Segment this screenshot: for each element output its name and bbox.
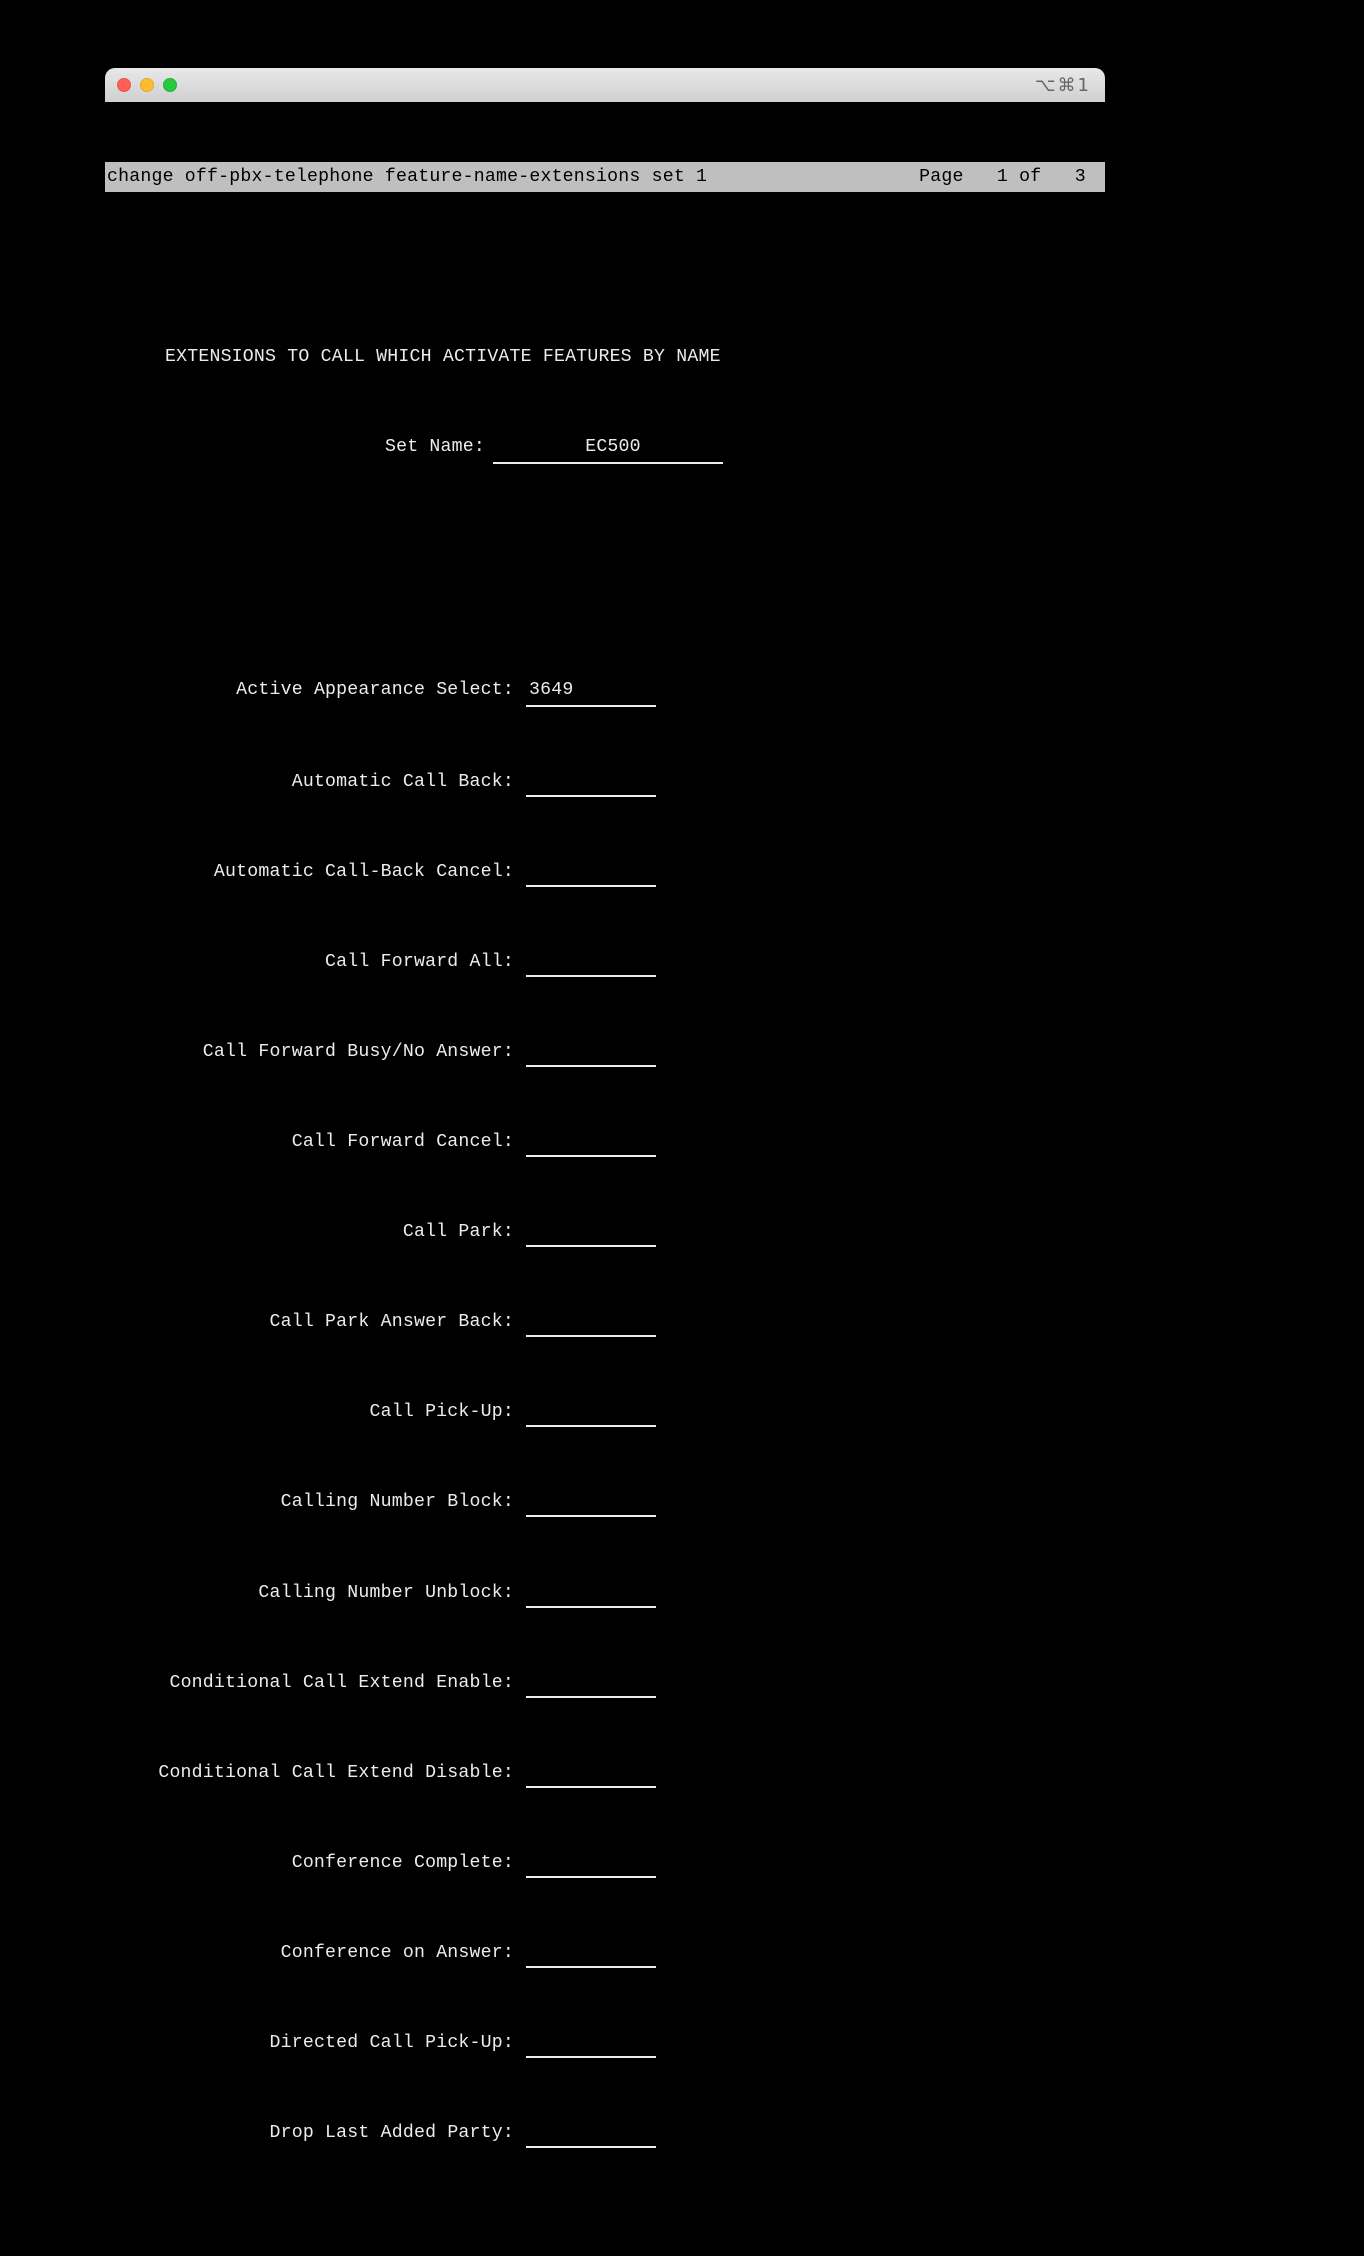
table-row: Drop Last Added Party: bbox=[105, 2118, 1105, 2148]
page-indicator: Page 1 of 3 bbox=[919, 162, 1103, 192]
status-line: change off-pbx-telephone feature-name-ex… bbox=[105, 162, 1105, 192]
field-label: Drop Last Added Party: bbox=[105, 2118, 518, 2148]
field-input[interactable] bbox=[526, 947, 656, 977]
table-row: Conditional Call Extend Enable: bbox=[105, 1668, 1105, 1698]
field-input[interactable] bbox=[526, 1307, 656, 1337]
field-input[interactable] bbox=[526, 1127, 656, 1157]
table-row: Active Appearance Select: 3649 bbox=[105, 675, 1105, 707]
table-row: Call Park: bbox=[105, 1217, 1105, 1247]
field-input[interactable] bbox=[526, 767, 656, 797]
field-label: Conditional Call Extend Disable: bbox=[105, 1758, 518, 1788]
field-label: Call Forward Cancel: bbox=[105, 1127, 518, 1157]
field-input[interactable] bbox=[526, 1037, 656, 1067]
set-name-label: Set Name: bbox=[105, 432, 485, 464]
field-label: Automatic Call Back: bbox=[105, 767, 518, 797]
field-label: Call Park Answer Back: bbox=[105, 1307, 518, 1337]
traffic-lights bbox=[117, 78, 177, 92]
table-row: Calling Number Unblock: bbox=[105, 1578, 1105, 1608]
table-row: Call Pick-Up: bbox=[105, 1397, 1105, 1427]
field-input[interactable] bbox=[526, 2118, 656, 2148]
terminal-body[interactable]: change off-pbx-telephone feature-name-ex… bbox=[105, 102, 1105, 2256]
field-label: Automatic Call-Back Cancel: bbox=[105, 857, 518, 887]
table-row: Call Forward Cancel: bbox=[105, 1127, 1105, 1157]
table-row: Call Forward All: bbox=[105, 947, 1105, 977]
set-name-row: Set Name: EC500 bbox=[105, 432, 1105, 464]
field-input[interactable] bbox=[526, 2028, 656, 2058]
table-row: Conference Complete: bbox=[105, 1848, 1105, 1878]
table-row: Call Park Answer Back: bbox=[105, 1307, 1105, 1337]
close-icon[interactable] bbox=[117, 78, 131, 92]
field-input[interactable] bbox=[526, 1397, 656, 1427]
field-label: Call Forward Busy/No Answer: bbox=[105, 1037, 518, 1067]
field-input[interactable] bbox=[526, 1938, 656, 1968]
titlebar-shortcut: ⌥⌘1 bbox=[1035, 75, 1091, 96]
field-input[interactable] bbox=[526, 1758, 656, 1788]
field-input[interactable] bbox=[526, 1848, 656, 1878]
field-label: Active Appearance Select: bbox=[105, 675, 518, 707]
table-row: Directed Call Pick-Up: bbox=[105, 2028, 1105, 2058]
set-name-input[interactable]: EC500 bbox=[493, 432, 723, 464]
field-input[interactable] bbox=[526, 1668, 656, 1698]
minimize-icon[interactable] bbox=[140, 78, 154, 92]
field-input[interactable] bbox=[526, 1487, 656, 1517]
field-label: Call Forward All: bbox=[105, 947, 518, 977]
field-label: Conference Complete: bbox=[105, 1848, 518, 1878]
field-label: Conference on Answer: bbox=[105, 1938, 518, 1968]
field-label: Directed Call Pick-Up: bbox=[105, 2028, 518, 2058]
terminal-window: ⌥⌘1 change off-pbx-telephone feature-nam… bbox=[105, 68, 1105, 2256]
command-text: change off-pbx-telephone feature-name-ex… bbox=[107, 162, 919, 192]
table-row: Automatic Call Back: bbox=[105, 767, 1105, 797]
field-label: Conditional Call Extend Enable: bbox=[105, 1668, 518, 1698]
table-row: Call Forward Busy/No Answer: bbox=[105, 1037, 1105, 1067]
field-input[interactable] bbox=[526, 857, 656, 887]
field-input[interactable]: 3649 bbox=[526, 675, 656, 707]
page-title: EXTENSIONS TO CALL WHICH ACTIVATE FEATUR… bbox=[105, 342, 1105, 372]
field-input[interactable] bbox=[526, 1217, 656, 1247]
table-row: Automatic Call-Back Cancel: bbox=[105, 857, 1105, 887]
zoom-icon[interactable] bbox=[163, 78, 177, 92]
field-label: Calling Number Unblock: bbox=[105, 1578, 518, 1608]
table-row: Conference on Answer: bbox=[105, 1938, 1105, 1968]
titlebar[interactable]: ⌥⌘1 bbox=[105, 68, 1105, 102]
terminal-content: EXTENSIONS TO CALL WHICH ACTIVATE FEATUR… bbox=[105, 282, 1105, 2228]
field-label: Calling Number Block: bbox=[105, 1487, 518, 1517]
field-input[interactable] bbox=[526, 1578, 656, 1608]
field-label: Call Park: bbox=[105, 1217, 518, 1247]
field-label: Call Pick-Up: bbox=[105, 1397, 518, 1427]
table-row: Calling Number Block: bbox=[105, 1487, 1105, 1517]
table-row: Conditional Call Extend Disable: bbox=[105, 1758, 1105, 1788]
